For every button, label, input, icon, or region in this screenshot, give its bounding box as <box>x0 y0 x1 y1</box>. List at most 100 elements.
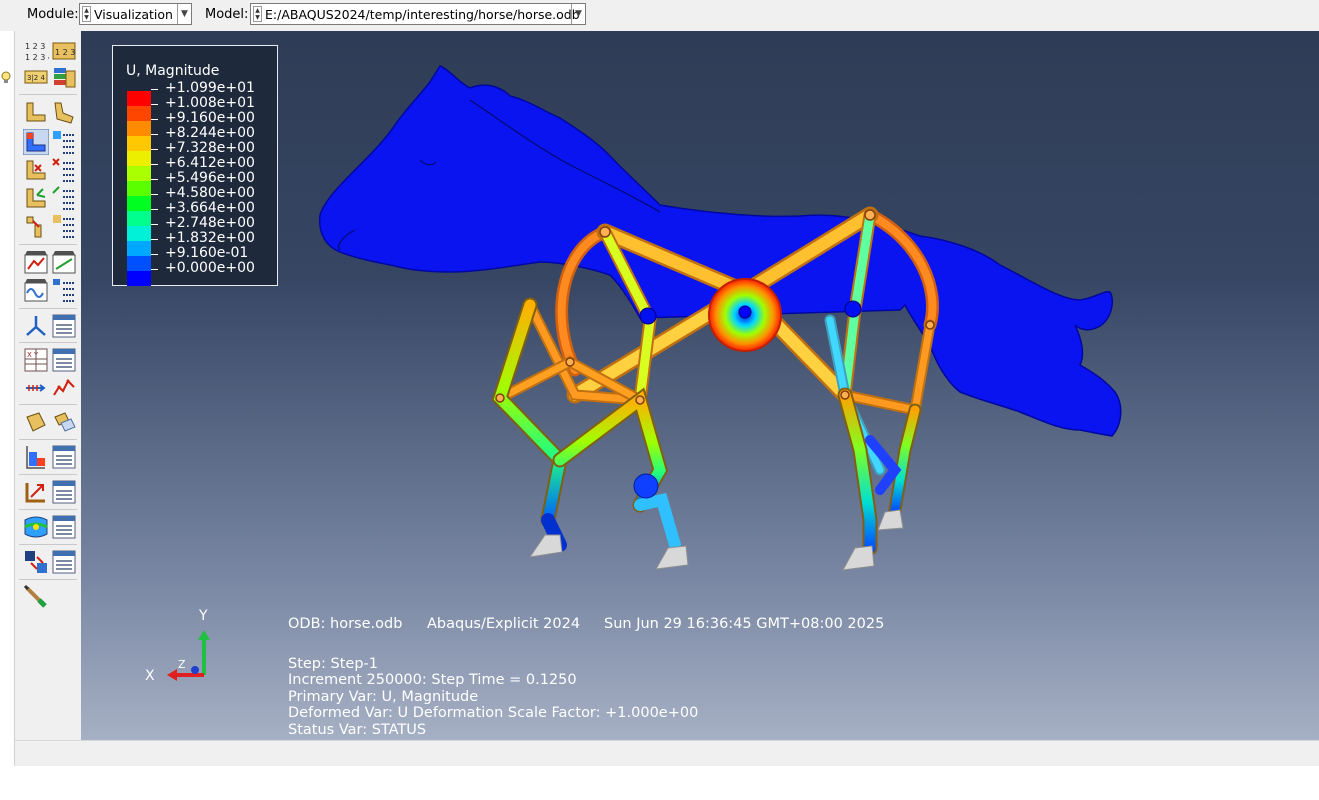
legend-color-swatch <box>127 121 151 136</box>
contour-legend[interactable]: U, Magnitude +1.099e+01 +1.008e+01 +9.160e… <box>112 45 278 286</box>
legend-value: +7.328e+00 <box>165 140 255 156</box>
status-bar <box>15 740 1319 766</box>
legend-color-swatch <box>127 226 151 241</box>
contour-options-icon[interactable] <box>51 129 77 155</box>
animate-time-history-icon[interactable] <box>51 249 77 275</box>
animation-options-icon[interactable] <box>51 277 77 303</box>
increment-text: Increment 250000: Step Time = 0.1250 <box>288 672 577 688</box>
legend-tick <box>151 164 158 165</box>
plot-symbols-on-deformed-icon[interactable] <box>23 157 49 183</box>
triad-x-label: X <box>145 668 155 684</box>
symbol-options-icon[interactable] <box>51 157 77 183</box>
context-bar: Module: ▲ ▼ Visualization ▼ Model: ▲ ▼ E:/… <box>0 0 1319 31</box>
model-spin-icon[interactable]: ▲ ▼ <box>253 6 262 22</box>
legend-color-swatch <box>127 91 151 106</box>
plot-deformed-shape-icon[interactable] <box>51 99 77 125</box>
create-display-group-icon[interactable] <box>23 409 49 435</box>
legend-color-swatch <box>127 196 151 211</box>
svg-text:X Y: X Y <box>27 351 39 359</box>
legend-tick <box>151 104 158 105</box>
toolbox-separator <box>19 404 77 405</box>
plot-allow-multiple-icon[interactable] <box>23 213 49 239</box>
display-group-manager-icon[interactable] <box>51 409 77 435</box>
path-manager-icon[interactable] <box>51 313 77 339</box>
legend-title: U, Magnitude <box>126 63 220 79</box>
create-color-code-icon[interactable] <box>23 514 49 540</box>
toolbox: 1 2 3 1 2 3 4 1 2 3 3|2 4 <box>15 31 82 740</box>
toolbox-separator <box>19 509 77 510</box>
legend-color-swatch <box>127 166 151 181</box>
orientation-options-icon[interactable] <box>51 185 77 211</box>
deformed-var-text: Deformed Var: U Deformation Scale Factor… <box>288 705 699 721</box>
triad-y-label: Y <box>199 608 208 624</box>
coordinate-triad: Y X Z <box>141 606 221 690</box>
module-select-value: Visualization <box>94 7 173 22</box>
legend-color-swatch <box>127 256 151 271</box>
stream-manager-icon[interactable] <box>51 479 77 505</box>
plot-material-orientations-icon[interactable] <box>23 185 49 211</box>
model-label: Model: <box>205 7 249 22</box>
module-label: Module: <box>27 7 79 22</box>
common-options-icon[interactable] <box>23 549 49 575</box>
legend-value: +4.580e+00 <box>165 185 255 201</box>
create-xy-plot-icon[interactable] <box>23 375 49 401</box>
status-var-text: Status Var: STATUS <box>288 722 427 738</box>
legend-tick <box>151 194 158 195</box>
plot-symbols-icon[interactable] <box>51 65 77 91</box>
create-stream-icon[interactable] <box>23 479 49 505</box>
legend-tick <box>151 209 158 210</box>
legend-color-swatch <box>127 151 151 166</box>
toolbox-separator <box>19 94 77 95</box>
animate-scale-factor-icon[interactable] <box>23 249 49 275</box>
triad-z-label: Z <box>178 658 186 671</box>
plot-contours-on-deformed-icon[interactable] <box>23 129 49 155</box>
toolbox-separator <box>19 308 77 309</box>
legend-tick <box>151 149 158 150</box>
xy-data-manager-icon[interactable] <box>51 347 77 373</box>
odb-name-text: ODB: horse.odb <box>288 616 403 632</box>
legend-tick <box>151 89 158 90</box>
legend-color-swatch <box>127 271 151 286</box>
create-path-icon[interactable] <box>23 313 49 339</box>
animate-harmonic-icon[interactable] <box>23 277 49 303</box>
create-view-cut-icon[interactable] <box>23 444 49 470</box>
options-manager-icon[interactable] <box>51 549 77 575</box>
viewport[interactable]: U, Magnitude +1.099e+01 +1.008e+01 +9.160e… <box>81 31 1319 740</box>
chevron-down-icon[interactable]: ▼ <box>177 4 191 24</box>
legend-color-swatch <box>127 181 151 196</box>
left-edge-panel <box>0 31 15 766</box>
model-select-value: E:/ABAQUS2024/temp/interesting/horse/hor… <box>265 7 580 22</box>
legend-value: +9.160e-01 <box>165 245 249 261</box>
plot-contours-icon[interactable]: 3|2 4 <box>23 65 49 91</box>
legend-tick <box>151 134 158 135</box>
module-select[interactable]: ▲ ▼ Visualization ▼ <box>79 3 192 25</box>
legend-tick <box>151 119 158 120</box>
plot-undeformed-icon[interactable]: 1 2 3 1 2 3 4 <box>23 39 49 65</box>
step-text: Step: Step-1 <box>288 656 378 672</box>
legend-value: +1.832e+00 <box>165 230 255 246</box>
primary-var-text: Primary Var: U, Magnitude <box>288 689 479 705</box>
legend-value: +6.412e+00 <box>165 155 255 171</box>
module-spin-icon[interactable]: ▲ ▼ <box>82 6 91 22</box>
legend-value: +1.008e+01 <box>165 95 255 111</box>
legend-color-swatch <box>127 241 151 256</box>
create-xy-data-icon[interactable]: X Y <box>23 347 49 373</box>
color-code-manager-icon[interactable] <box>51 514 77 540</box>
legend-tick <box>151 269 158 270</box>
plot-deformed-icon[interactable]: 1 2 3 <box>51 39 77 65</box>
annotation-pencil-icon[interactable] <box>23 584 49 610</box>
xy-plot-icon[interactable] <box>51 375 77 401</box>
horse-body-shape <box>318 65 1122 437</box>
plot-undeformed-shape-icon[interactable] <box>23 99 49 125</box>
lightbulb-icon[interactable] <box>0 71 12 85</box>
view-cut-manager-icon[interactable] <box>51 444 77 470</box>
toolbox-separator <box>19 474 77 475</box>
chevron-down-icon[interactable]: ▼ <box>571 4 585 24</box>
legend-value: +0.000e+00 <box>165 260 255 276</box>
legend-tick <box>151 224 158 225</box>
legend-tick <box>151 254 158 255</box>
toolbox-separator <box>19 342 77 343</box>
model-select[interactable]: ▲ ▼ E:/ABAQUS2024/temp/interesting/horse/… <box>250 3 586 25</box>
legend-value: +8.244e+00 <box>165 125 255 141</box>
superimpose-options-icon[interactable] <box>51 213 77 239</box>
